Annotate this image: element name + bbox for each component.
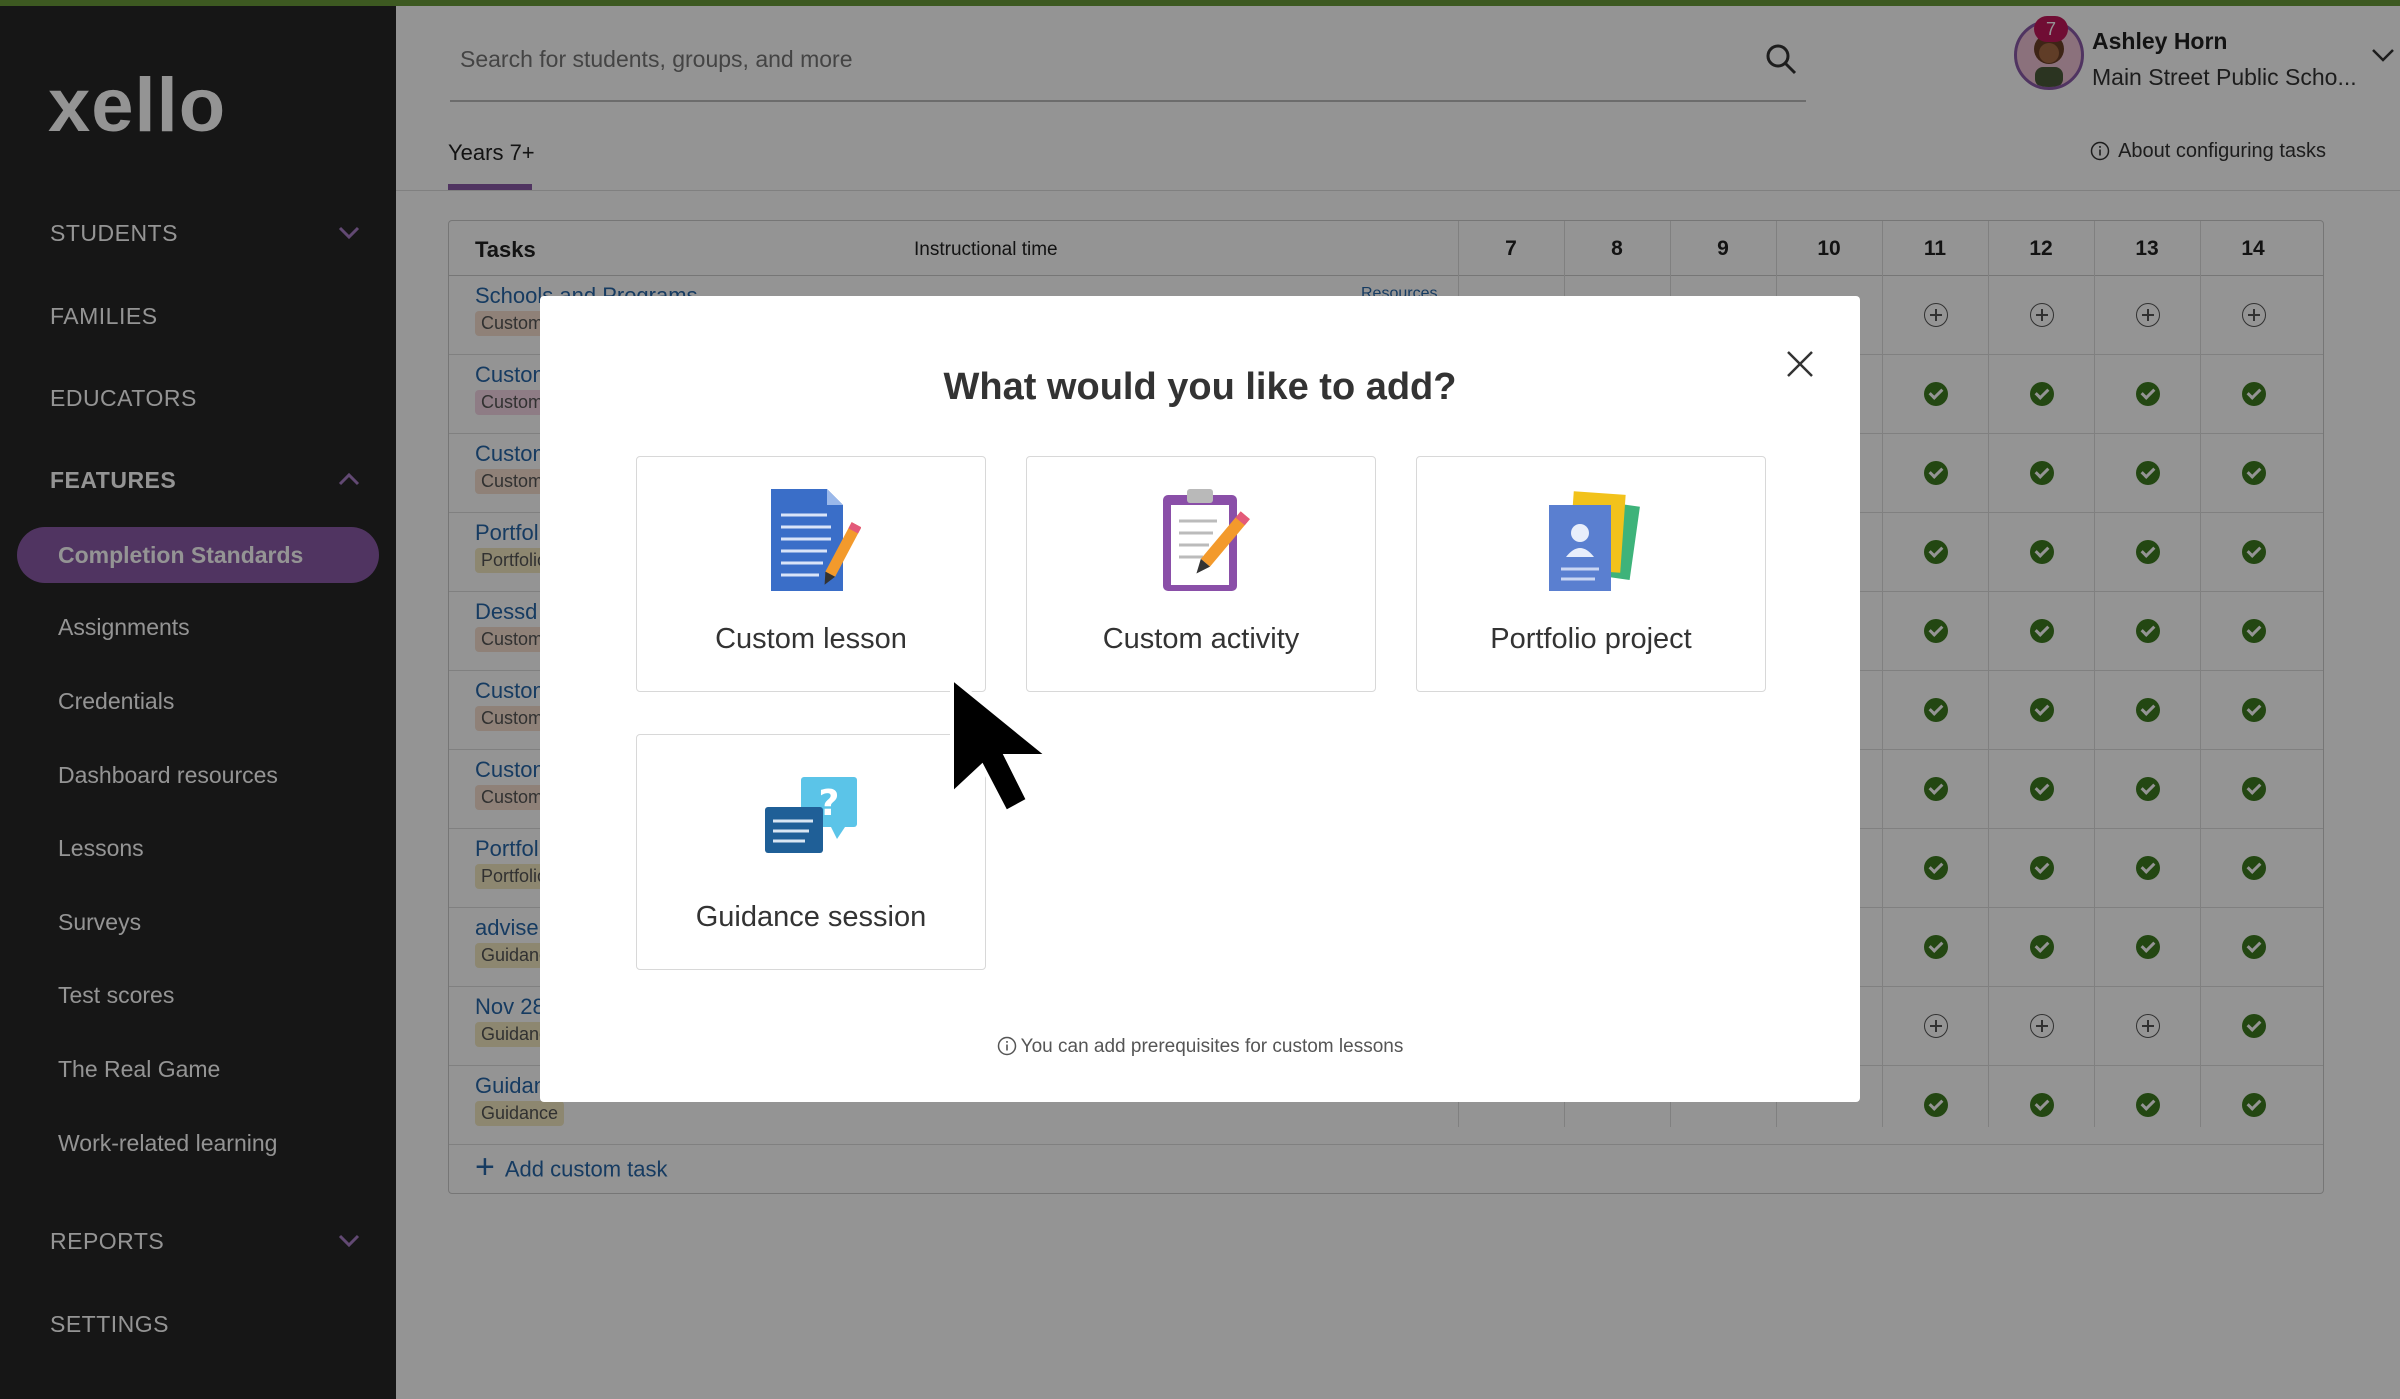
guidance-chat-icon: ? — [765, 777, 857, 853]
option-label: Portfolio project — [1490, 623, 1692, 655]
modal-title: What would you like to add? — [943, 366, 1457, 408]
option-label: Guidance session — [695, 901, 927, 933]
info-icon — [997, 1036, 1016, 1056]
prerequisite-note: You can add prerequisites for custom les… — [540, 1036, 1860, 1058]
option-guidance-session[interactable]: ? Guidance session — [636, 734, 986, 970]
lesson-document-icon — [771, 489, 861, 591]
close-icon[interactable] — [1780, 344, 1820, 384]
option-label: Custom lesson — [715, 623, 907, 655]
add-task-modal: What would you like to add? Custom lesso… — [540, 296, 1860, 1102]
clipboard-icon — [1163, 489, 1250, 591]
portfolio-icon — [1549, 491, 1640, 591]
option-custom-lesson[interactable]: Custom lesson — [636, 456, 986, 692]
option-label: Custom activity — [1102, 623, 1300, 655]
mouse-cursor-icon — [950, 676, 1054, 815]
option-portfolio-project[interactable]: Portfolio project — [1416, 456, 1766, 692]
option-custom-activity[interactable]: Custom activity — [1026, 456, 1376, 692]
